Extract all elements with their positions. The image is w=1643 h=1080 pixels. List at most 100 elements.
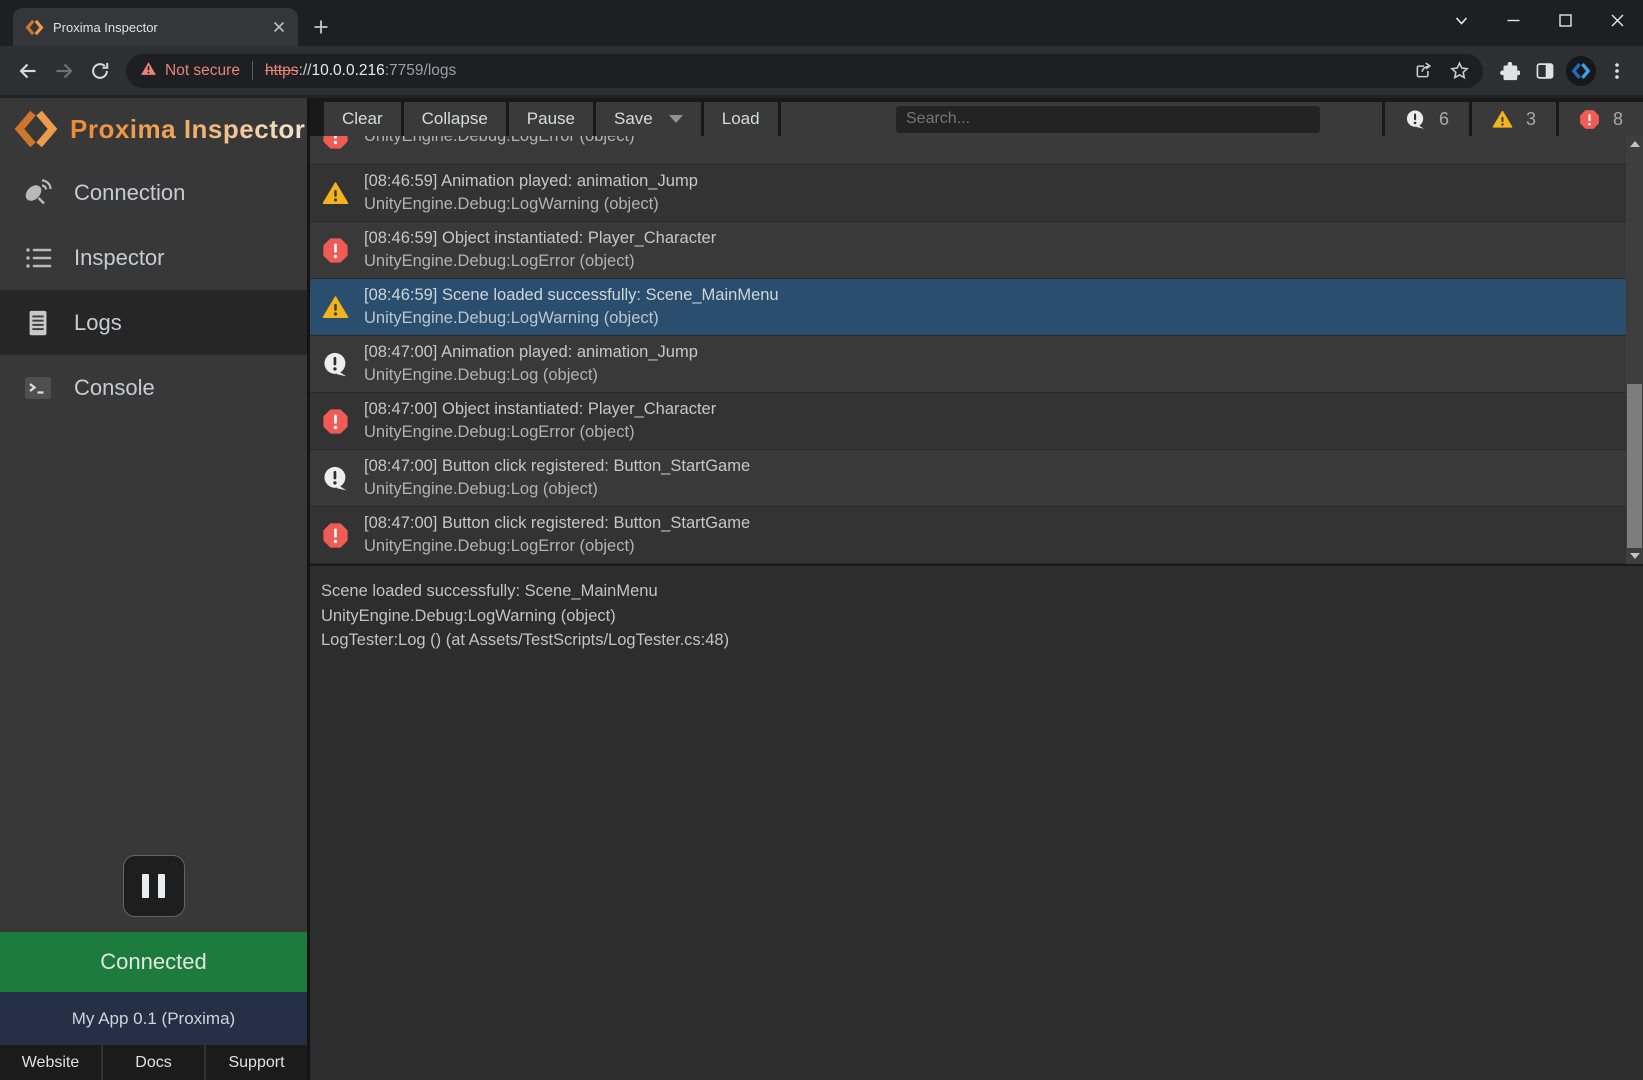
log-message: [08:46:59] Animation played: animation_J… <box>364 170 698 193</box>
log-entry[interactable]: [08:47:00] Button click registered: Butt… <box>310 450 1643 507</box>
log-stack: UnityEngine.Debug:LogWarning (object) <box>364 307 779 330</box>
new-tab-button[interactable] <box>306 12 336 42</box>
log-entry[interactable]: [08:47:00] Button click registered: Butt… <box>310 507 1643 564</box>
button-label: Clear <box>342 109 383 129</box>
close-window-button[interactable] <box>1591 0 1643 40</box>
tab-search-chevron-icon[interactable] <box>1435 0 1487 40</box>
profile-avatar[interactable] <box>1563 53 1599 89</box>
log-stack: UnityEngine.Debug:Log (object) <box>364 364 698 387</box>
browser-navbar: Not secure https://10.0.0.216:7759/logs <box>0 46 1643 95</box>
log-message: [08:47:00] Button click registered: Butt… <box>364 455 750 478</box>
address-bar[interactable]: Not secure https://10.0.0.216:7759/logs <box>126 54 1483 88</box>
sidebar-item-label: Inspector <box>74 245 165 271</box>
log-message: [08:46:59] Object instantiated: Player_C… <box>364 227 716 250</box>
reload-button[interactable] <box>82 53 118 89</box>
error-count-filter[interactable]: 8 <box>1559 102 1643 136</box>
log-stack: UnityEngine.Debug:LogWarning (object) <box>364 193 698 216</box>
browser-tab[interactable]: Proxima Inspector <box>13 8 298 46</box>
browser-menu-icon[interactable] <box>1599 53 1635 89</box>
minimize-button[interactable] <box>1487 0 1539 40</box>
sidebar-footer: WebsiteDocsSupport <box>0 1045 307 1080</box>
detail-line: LogTester:Log () (at Assets/TestScripts/… <box>321 628 1629 653</box>
log-stack: UnityEngine.Debug:LogError (object) <box>364 250 716 273</box>
browser-action-icons <box>1491 53 1635 89</box>
error-icon <box>1579 109 1600 130</box>
log-scrollbar[interactable] <box>1626 136 1643 564</box>
footer-link-docs[interactable]: Docs <box>101 1045 204 1080</box>
error-icon <box>322 237 349 264</box>
error-icon <box>322 136 349 150</box>
log-entry[interactable]: [08:46:59] Animation played: animation_J… <box>310 165 1643 222</box>
button-label: Pause <box>527 109 575 129</box>
sidebar: Proxima Inspector Connection Inspector Log… <box>0 98 310 1080</box>
extensions-puzzle-icon[interactable] <box>1491 53 1527 89</box>
logs-pane: Clear Collapse Pause Save Load 63 8 UnityEngi… <box>310 98 1643 1080</box>
log-entry[interactable]: [08:46:59] Scene loaded successfully: Sc… <box>310 279 1643 336</box>
not-secure-label: Not secure <box>165 62 240 80</box>
connected-app-label: My App 0.1 (Proxima) <box>0 992 307 1045</box>
error-icon <box>322 408 349 435</box>
load-button[interactable]: Load <box>704 102 778 136</box>
log-stack: UnityEngine.Debug:Log (object) <box>364 478 750 501</box>
log-entry[interactable]: UnityEngine.Debug:LogError (object) <box>310 136 1643 165</box>
log-detail-pane: Scene loaded successfully: Scene_MainMen… <box>310 566 1643 1080</box>
info-count-filter[interactable]: 6 <box>1385 102 1469 136</box>
sidebar-nav: Connection Inspector Logs Console <box>0 160 307 420</box>
browser-window: Proxima Inspector <box>0 0 1643 1080</box>
collapse-button[interactable]: Collapse <box>404 102 506 136</box>
terminal-icon <box>20 370 56 406</box>
proxima-favicon-icon <box>25 18 44 37</box>
tab-close-icon[interactable] <box>270 18 288 36</box>
pause-stream-button[interactable] <box>123 855 185 917</box>
share-icon[interactable] <box>1405 53 1441 89</box>
sidebar-item-logs[interactable]: Logs <box>0 290 307 355</box>
sidebar-item-label: Logs <box>74 310 122 336</box>
sidebar-item-console[interactable]: Console <box>0 355 307 420</box>
scroll-up-arrow-icon[interactable] <box>1626 136 1643 152</box>
proxima-diamond-icon <box>14 107 58 151</box>
log-entry[interactable]: [08:46:59] Object instantiated: Player_C… <box>310 222 1643 279</box>
warning-icon <box>1492 109 1513 130</box>
log-message: [08:47:00] Button click registered: Butt… <box>364 512 750 535</box>
side-panel-icon[interactable] <box>1527 53 1563 89</box>
list-icon <box>20 240 56 276</box>
sidebar-item-connection[interactable]: Connection <box>0 160 307 225</box>
warning-count-filter[interactable]: 3 <box>1472 102 1556 136</box>
log-stack: UnityEngine.Debug:LogError (object) <box>364 136 635 148</box>
footer-link-support[interactable]: Support <box>204 1045 307 1080</box>
sidebar-item-label: Connection <box>74 180 185 206</box>
connection-status-badge: Connected <box>0 932 307 992</box>
pause-button[interactable]: Pause <box>509 102 593 136</box>
info-icon <box>1405 109 1426 130</box>
avatar-logo-icon <box>1566 56 1596 86</box>
button-label: Save <box>614 109 653 129</box>
page-content: Proxima Inspector Connection Inspector Log… <box>0 95 1643 1080</box>
detail-line: UnityEngine.Debug:LogWarning (object) <box>321 604 1629 629</box>
info-icon <box>322 351 349 378</box>
pause-icon <box>142 874 149 898</box>
scroll-down-arrow-icon[interactable] <box>1626 548 1643 564</box>
footer-link-website[interactable]: Website <box>0 1045 101 1080</box>
log-entry[interactable]: [08:47:00] Animation played: animation_J… <box>310 336 1643 393</box>
log-entry[interactable]: [08:47:00] Object instantiated: Player_C… <box>310 393 1643 450</box>
not-secure-warning-icon <box>140 60 157 82</box>
clear-button[interactable]: Clear <box>324 102 401 136</box>
search-input[interactable] <box>896 106 1320 133</box>
scrollbar-thumb[interactable] <box>1627 384 1642 548</box>
browser-titlebar: Proxima Inspector <box>0 0 1643 46</box>
forward-button[interactable] <box>46 53 82 89</box>
sidebar-item-inspector[interactable]: Inspector <box>0 225 307 290</box>
maximize-button[interactable] <box>1539 0 1591 40</box>
button-label: Collapse <box>422 109 488 129</box>
save-button[interactable]: Save <box>596 102 701 136</box>
document-icon <box>20 305 56 341</box>
warning-icon <box>322 294 349 321</box>
bookmark-star-icon[interactable] <box>1441 53 1477 89</box>
back-button[interactable] <box>10 53 46 89</box>
log-stack: UnityEngine.Debug:LogError (object) <box>364 421 716 444</box>
omnibox-divider <box>252 61 253 80</box>
satellite-icon <box>20 175 56 211</box>
dropdown-caret-icon <box>669 115 683 123</box>
error-count: 8 <box>1613 109 1623 130</box>
app-title: Proxima Inspector <box>70 114 305 145</box>
